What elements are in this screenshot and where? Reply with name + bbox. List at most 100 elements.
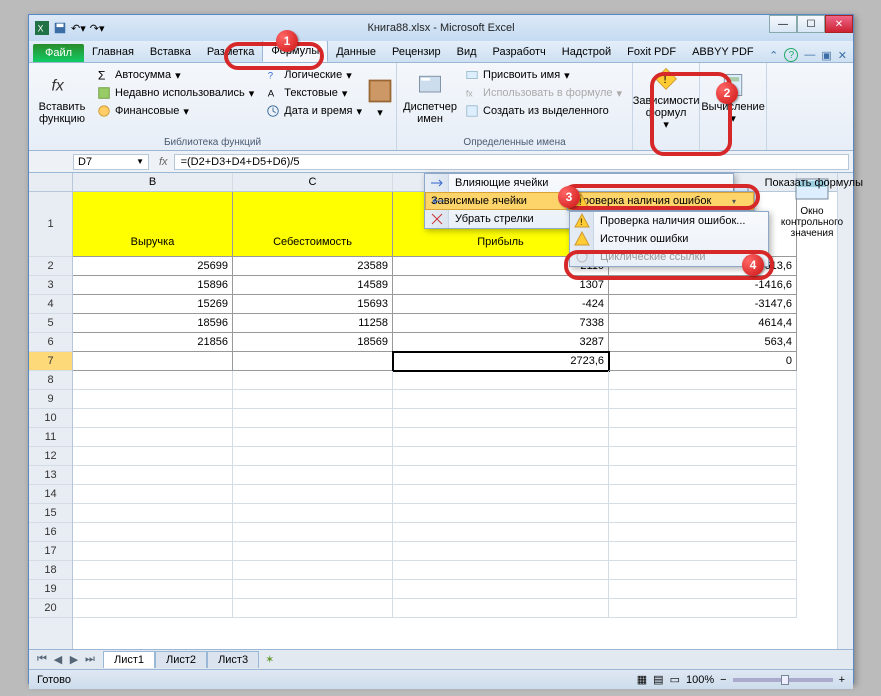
tab-data[interactable]: Данные: [328, 42, 384, 62]
next-sheet-icon[interactable]: ▶: [67, 653, 81, 666]
cell[interactable]: 21856: [73, 333, 233, 352]
cell[interactable]: [393, 504, 609, 523]
cell[interactable]: -424: [393, 295, 609, 314]
financial-button[interactable]: Финансовые ▾: [93, 103, 258, 119]
cell[interactable]: [73, 466, 233, 485]
undo-icon[interactable]: ↶▾: [71, 22, 86, 35]
redo-icon[interactable]: ↷▾: [90, 22, 105, 35]
cell[interactable]: [233, 352, 393, 371]
cell[interactable]: 15269: [73, 295, 233, 314]
workbook-close-icon[interactable]: ✕: [838, 49, 847, 62]
row-header[interactable]: 1: [29, 192, 72, 257]
cell[interactable]: [233, 371, 393, 390]
name-manager-button[interactable]: Диспетчер имен: [403, 65, 457, 131]
cell[interactable]: [609, 390, 797, 409]
sheet-tab[interactable]: Лист3: [207, 651, 259, 668]
cell[interactable]: -1416,6: [609, 276, 797, 295]
row-header[interactable]: 4: [29, 295, 72, 314]
cell[interactable]: [393, 580, 609, 599]
text-button[interactable]: AТекстовые ▾: [262, 85, 366, 101]
row-header[interactable]: 12: [29, 447, 72, 466]
row-header[interactable]: 11: [29, 428, 72, 447]
menu-trace-error[interactable]: Источник ошибки: [570, 230, 768, 248]
prev-sheet-icon[interactable]: ◀: [51, 653, 65, 666]
menu-circular-refs[interactable]: Циклические ссылки▸: [570, 248, 768, 266]
view-normal-icon[interactable]: ▦: [637, 673, 647, 686]
cell[interactable]: -3147,6: [609, 295, 797, 314]
cell[interactable]: [73, 371, 233, 390]
workbook-restore-icon[interactable]: ▣: [821, 49, 831, 62]
cell[interactable]: 23589: [233, 257, 393, 276]
logical-button[interactable]: ?Логические ▾: [262, 67, 366, 83]
cell[interactable]: [73, 599, 233, 618]
tab-developer[interactable]: Разработч: [485, 42, 554, 62]
cell[interactable]: [233, 447, 393, 466]
minimize-button[interactable]: —: [769, 15, 797, 33]
row-header[interactable]: 2: [29, 257, 72, 276]
cell[interactable]: [393, 447, 609, 466]
cell[interactable]: [233, 485, 393, 504]
workbook-minimize-icon[interactable]: —: [804, 49, 815, 61]
zoom-slider[interactable]: [733, 678, 833, 682]
cell[interactable]: Себестоимость: [233, 192, 393, 257]
row-header[interactable]: 13: [29, 466, 72, 485]
cell[interactable]: [393, 466, 609, 485]
collapse-ribbon-icon[interactable]: ⌃: [769, 49, 778, 62]
cell[interactable]: [233, 428, 393, 447]
cell[interactable]: [393, 485, 609, 504]
row-header[interactable]: 6: [29, 333, 72, 352]
cell[interactable]: [609, 371, 797, 390]
cell[interactable]: [73, 485, 233, 504]
last-sheet-icon[interactable]: ⏭: [83, 653, 97, 666]
first-sheet-icon[interactable]: ⏮: [35, 653, 49, 666]
row-header[interactable]: 19: [29, 580, 72, 599]
cell[interactable]: [73, 390, 233, 409]
menu-trace-precedents[interactable]: Влияющие ячейки Показать формулы: [425, 174, 733, 192]
create-from-selection-button[interactable]: Создать из выделенного: [461, 103, 626, 119]
cell[interactable]: [609, 447, 797, 466]
tab-home[interactable]: Главная: [84, 42, 142, 62]
cell[interactable]: [609, 580, 797, 599]
cell[interactable]: [73, 580, 233, 599]
recent-button[interactable]: Недавно использовались ▾: [93, 85, 258, 101]
cell[interactable]: 563,4: [609, 333, 797, 352]
datetime-button[interactable]: Дата и время ▾: [262, 103, 366, 119]
tab-addins[interactable]: Надстрой: [554, 42, 619, 62]
sheet-tab[interactable]: Лист1: [103, 651, 155, 668]
cell[interactable]: [73, 561, 233, 580]
cell[interactable]: [233, 504, 393, 523]
row-header[interactable]: 7: [29, 352, 72, 371]
zoom-out-icon[interactable]: −: [720, 674, 726, 686]
row-header[interactable]: 15: [29, 504, 72, 523]
row-header[interactable]: 14: [29, 485, 72, 504]
cell[interactable]: [609, 409, 797, 428]
more-functions-button[interactable]: ▾: [370, 65, 390, 131]
cell[interactable]: Выручка: [73, 192, 233, 257]
cell[interactable]: [233, 580, 393, 599]
new-sheet-icon[interactable]: ✶: [259, 653, 280, 666]
cell[interactable]: 15896: [73, 276, 233, 295]
vertical-scrollbar[interactable]: [837, 173, 853, 649]
cell[interactable]: [73, 409, 233, 428]
cell[interactable]: [73, 504, 233, 523]
cell[interactable]: [609, 599, 797, 618]
cell[interactable]: [609, 523, 797, 542]
cell[interactable]: [73, 447, 233, 466]
cell[interactable]: 14589: [233, 276, 393, 295]
cell[interactable]: [393, 428, 609, 447]
row-header[interactable]: 17: [29, 542, 72, 561]
cell[interactable]: [73, 523, 233, 542]
cell[interactable]: 3287: [393, 333, 609, 352]
cell[interactable]: [393, 390, 609, 409]
cell[interactable]: 25699: [73, 257, 233, 276]
cell[interactable]: [73, 352, 233, 371]
tab-layout[interactable]: Разметка: [199, 42, 263, 62]
row-header[interactable]: 18: [29, 561, 72, 580]
autosum-button[interactable]: ΣАвтосумма ▾: [93, 67, 258, 83]
help-icon[interactable]: ?: [784, 48, 798, 62]
col-header[interactable]: B: [73, 173, 233, 191]
name-box[interactable]: D7▼: [73, 154, 149, 170]
row-header[interactable]: 9: [29, 390, 72, 409]
cell[interactable]: 0: [609, 352, 797, 371]
row-header[interactable]: 8: [29, 371, 72, 390]
